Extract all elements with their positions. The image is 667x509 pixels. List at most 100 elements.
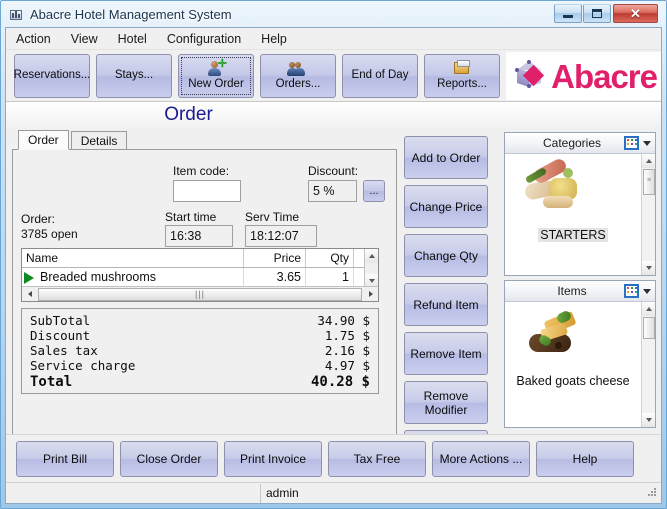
tax-free-button[interactable]: Tax Free xyxy=(328,440,426,477)
grid-column-header-price[interactable]: Price xyxy=(244,249,306,267)
menu-item-configuration[interactable]: Configuration xyxy=(167,30,251,48)
print-invoice-button[interactable]: Print Invoice xyxy=(224,440,322,477)
serv-time-input[interactable] xyxy=(245,225,317,247)
close-order-button[interactable]: Close Order xyxy=(120,440,218,477)
totals-label: Sales tax xyxy=(30,343,98,358)
items-panel-header: Items xyxy=(505,281,655,302)
starters-food-thumbnail xyxy=(523,156,589,212)
close-button[interactable]: ✕ xyxy=(613,4,658,23)
toolbar-button-reports[interactable]: Reports... xyxy=(424,53,500,98)
grid-view-icon[interactable] xyxy=(624,284,639,298)
categories-title: Categories xyxy=(542,136,602,150)
people-icon xyxy=(287,61,308,77)
logo-text: Abacre xyxy=(551,57,658,95)
table-row[interactable]: Breaded mushrooms 3.65 1 xyxy=(22,267,378,288)
toolbar-button-new-order[interactable]: ✛ New Order xyxy=(178,53,254,98)
chevron-down-icon[interactable] xyxy=(643,141,651,146)
totals-value: 1.75 $ xyxy=(317,328,370,343)
list-item[interactable]: STARTERS xyxy=(505,226,641,244)
minimize-button[interactable] xyxy=(554,4,582,23)
report-icon xyxy=(452,59,472,77)
serv-time-label: Serv Time xyxy=(245,210,300,224)
grid-horizontal-scrollbar[interactable]: ||| xyxy=(22,286,378,301)
tab-order[interactable]: Order xyxy=(18,130,69,150)
list-item[interactable]: Baked goats cheese xyxy=(505,372,641,390)
scroll-up-icon[interactable] xyxy=(365,249,378,263)
scroll-thumb[interactable]: ≡ xyxy=(643,169,655,195)
totals-value: 2.16 $ xyxy=(317,343,370,358)
change-qty-button[interactable]: Change Qty xyxy=(404,234,488,277)
totals-row-service-charge: Service charge 4.97 $ xyxy=(30,358,370,373)
grid-vertical-scrollbar[interactable] xyxy=(364,249,378,288)
catalog-column: Categories STARTERS ≡ Items Baked goats … xyxy=(504,132,656,464)
totals-label: SubTotal xyxy=(30,313,91,328)
order-number-value: 3785 open xyxy=(21,227,78,241)
toolbar-button-stays[interactable]: Stays... xyxy=(96,53,172,98)
totals-value: 34.90 $ xyxy=(317,313,370,328)
toolbar-button-label: New Order xyxy=(188,77,244,90)
menu-item-view[interactable]: View xyxy=(71,30,108,48)
item-actions-column: Add to Order Change Price Change Qty Ref… xyxy=(404,136,496,461)
row-selector-icon xyxy=(24,271,34,284)
toolbar-button-orders[interactable]: Orders... xyxy=(260,53,336,98)
maximize-button[interactable] xyxy=(583,4,611,23)
scroll-up-icon[interactable] xyxy=(642,302,655,316)
scroll-thumb[interactable] xyxy=(643,317,655,339)
close-icon: ✕ xyxy=(630,6,641,21)
start-time-label: Start time xyxy=(165,210,217,224)
tab-strip: Order Details xyxy=(12,130,397,150)
page-title: Order xyxy=(164,104,213,125)
menu-item-action[interactable]: Action xyxy=(16,30,61,48)
baked-goats-cheese-thumbnail xyxy=(525,309,591,362)
totals-row-sales-tax: Sales tax 2.16 $ xyxy=(30,343,370,358)
grid-cell-price: 3.65 xyxy=(244,267,306,288)
categories-list[interactable]: STARTERS ≡ xyxy=(505,154,655,275)
grid-column-header-name[interactable]: Name xyxy=(22,249,244,267)
app-icon xyxy=(9,7,25,23)
grid-view-icon[interactable] xyxy=(624,136,639,150)
scroll-down-icon[interactable] xyxy=(642,261,655,275)
page-title-bar: Order xyxy=(6,102,661,130)
change-price-button[interactable]: Change Price xyxy=(404,185,488,228)
categories-scrollbar[interactable]: ≡ xyxy=(641,154,655,275)
toolbar: Reservations... Stays... ✛ New Order Ord… xyxy=(6,50,661,102)
discount-browse-button[interactable]: ... xyxy=(363,180,385,202)
categories-panel: Categories STARTERS ≡ xyxy=(504,132,656,276)
help-button[interactable]: Help xyxy=(536,440,634,477)
items-list[interactable]: Baked goats cheese xyxy=(505,302,655,427)
tab-details[interactable]: Details xyxy=(70,131,128,150)
discount-input[interactable] xyxy=(308,180,357,202)
toolbar-button-label: End of Day xyxy=(351,69,409,82)
order-items-grid[interactable]: Name Price Qty Breaded mushrooms 3.65 1 xyxy=(21,248,379,302)
scroll-down-icon[interactable] xyxy=(642,413,655,427)
scroll-up-icon[interactable] xyxy=(642,154,655,168)
toolbar-button-reservations[interactable]: Reservations... xyxy=(14,53,90,98)
more-actions-button[interactable]: More Actions ... xyxy=(432,440,530,477)
application-window: Abacre Hotel Management System ✕ Action … xyxy=(0,0,667,509)
menu-bar: Action View Hotel Configuration Help xyxy=(6,28,661,50)
print-bill-button[interactable]: Print Bill xyxy=(16,440,114,477)
remove-item-button[interactable]: Remove Item xyxy=(404,332,488,375)
items-panel: Items Baked goats cheese xyxy=(504,280,656,428)
remove-modifier-button[interactable]: Remove Modifier xyxy=(404,381,488,424)
add-to-order-button[interactable]: Add to Order xyxy=(404,136,488,179)
menu-item-hotel[interactable]: Hotel xyxy=(118,30,157,48)
grid-cell-name: Breaded mushrooms xyxy=(22,267,244,288)
toolbar-button-label: Stays... xyxy=(114,69,154,82)
toolbar-button-end-of-day[interactable]: End of Day xyxy=(342,53,418,98)
refund-item-button[interactable]: Refund Item xyxy=(404,283,488,326)
resize-grip[interactable] xyxy=(643,485,659,501)
menu-item-help[interactable]: Help xyxy=(261,30,297,48)
totals-value-total: 40.28 $ xyxy=(310,374,370,390)
item-code-input[interactable] xyxy=(173,180,241,202)
toolbar-button-label: Reports... xyxy=(437,77,487,90)
grid-column-header-qty[interactable]: Qty xyxy=(306,249,354,267)
items-scrollbar[interactable] xyxy=(641,302,655,427)
chevron-down-icon[interactable] xyxy=(643,289,651,294)
horizontal-scroll-thumb[interactable]: ||| xyxy=(38,287,362,301)
scroll-right-icon[interactable] xyxy=(363,287,378,301)
start-time-input[interactable] xyxy=(165,225,233,247)
scroll-left-icon[interactable] xyxy=(22,287,37,301)
maximize-icon xyxy=(592,9,602,18)
items-title: Items xyxy=(557,284,587,298)
